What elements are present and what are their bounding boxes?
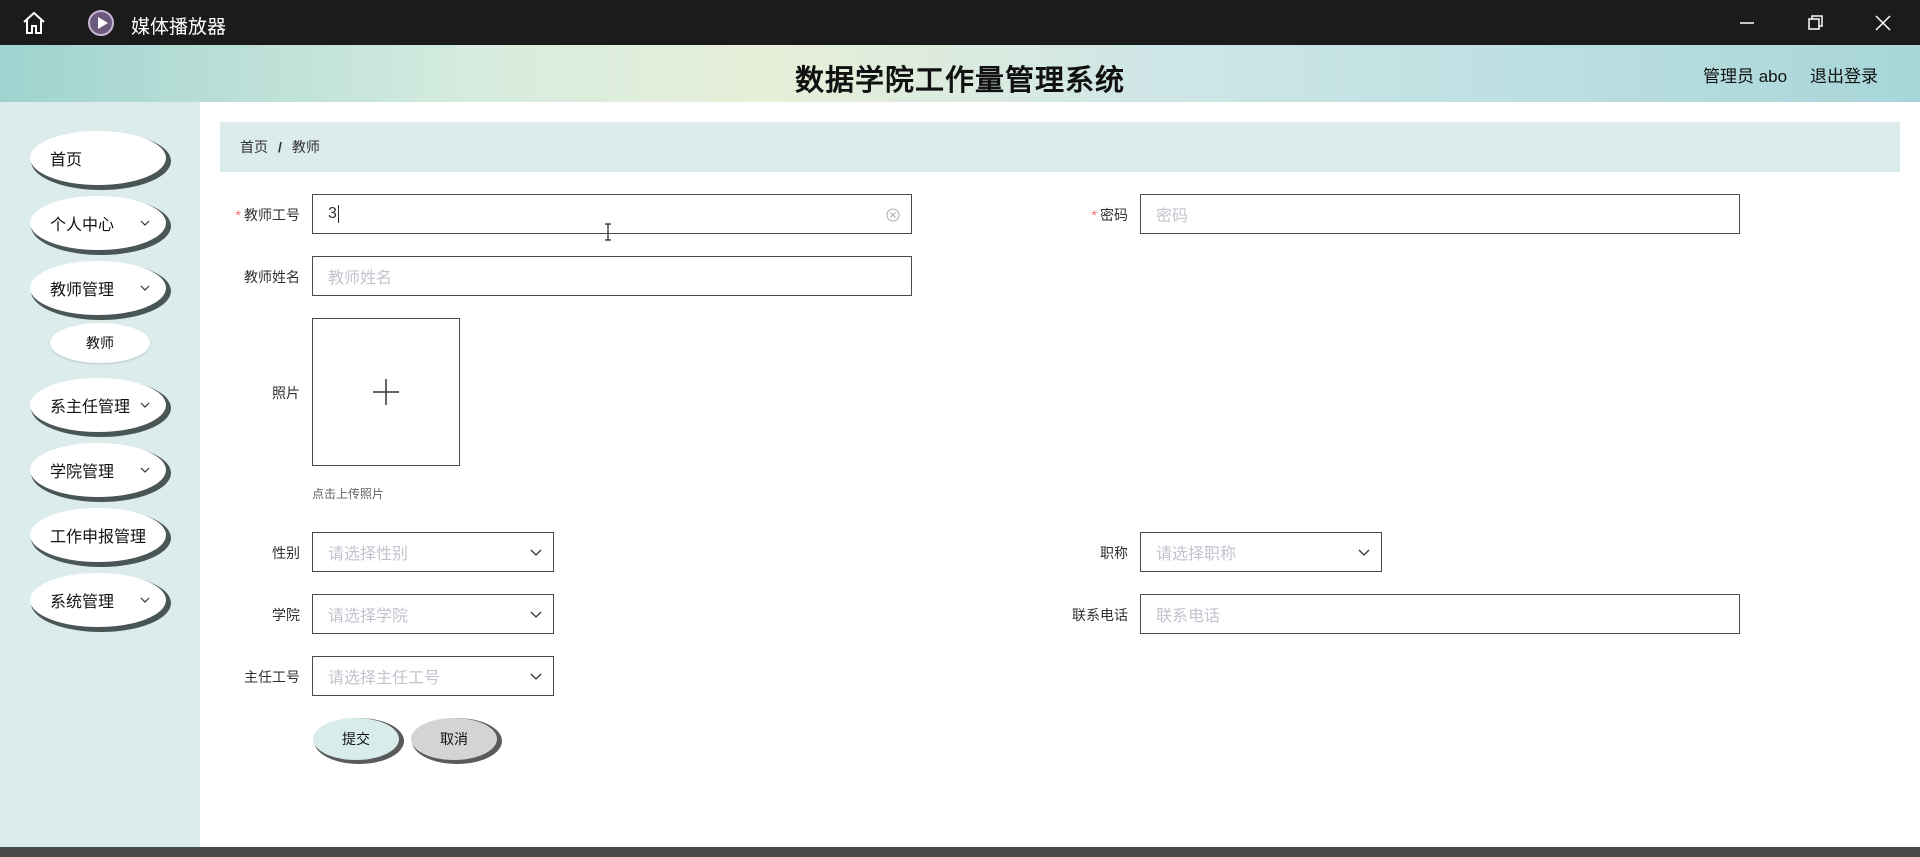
gender-placeholder: 请选择性别 <box>328 546 409 563</box>
sidebar: 首页 个人中心 教师管理 教师 系主任管理 学院管理 工作申报管理 系统管理 <box>0 102 200 847</box>
sidebar-subitem-label: 教师 <box>86 335 114 351</box>
chevron-down-icon <box>140 402 150 408</box>
restore-icon[interactable] <box>1800 8 1830 38</box>
phone-input[interactable]: 联系电话 <box>1140 594 1740 634</box>
plus-icon <box>373 379 399 405</box>
job-title-placeholder: 请选择职称 <box>1156 546 1237 563</box>
sidebar-item-system-management[interactable]: 系统管理 <box>30 573 166 627</box>
sidebar-item-label: 系主任管理 <box>50 399 131 416</box>
teacher-id-value: 3 <box>328 205 337 222</box>
breadcrumb-current: 教师 <box>291 139 320 155</box>
college-placeholder: 请选择学院 <box>328 608 409 625</box>
chevron-down-icon <box>140 285 150 291</box>
bottom-strip <box>0 847 1920 857</box>
upload-hint: 点击上传照片 <box>312 487 385 501</box>
submit-button[interactable]: 提交 <box>313 718 399 760</box>
window-title: 媒体播放器 <box>131 17 227 38</box>
chevron-down-icon <box>530 549 542 556</box>
gender-select[interactable]: 请选择性别 <box>312 532 554 572</box>
teacher-name-input[interactable]: 教师姓名 <box>312 256 912 296</box>
college-select[interactable]: 请选择学院 <box>312 594 554 634</box>
current-user: 管理员 abo <box>1703 67 1788 86</box>
gender-label: 性别 <box>272 545 300 561</box>
app-header: 数据学院工作量管理系统 管理员 abo 退出登录 <box>0 45 1920 102</box>
sidebar-item-label: 工作申报管理 <box>50 529 147 546</box>
teacher-name-placeholder: 教师姓名 <box>328 270 393 287</box>
sidebar-item-personal-center[interactable]: 个人中心 <box>30 196 166 250</box>
breadcrumb-separator: / <box>278 139 282 155</box>
job-title-label: 职称 <box>1100 545 1128 561</box>
director-id-label: 主任工号 <box>244 669 300 685</box>
sidebar-item-label: 教师管理 <box>50 282 115 299</box>
chevron-down-icon <box>1358 549 1370 556</box>
photo-uploader[interactable] <box>312 318 460 466</box>
media-player-icon <box>88 10 114 36</box>
chevron-down-icon <box>140 467 150 473</box>
breadcrumb: 首页 / 教师 <box>220 122 1900 172</box>
minimize-icon[interactable] <box>1732 8 1762 38</box>
sidebar-item-label: 首页 <box>50 152 83 169</box>
clear-icon[interactable] <box>885 207 901 223</box>
sidebar-item-work-report-management[interactable]: 工作申报管理 <box>30 508 166 562</box>
teacher-id-label-text: 教师工号 <box>244 207 300 223</box>
mouse-ibeam-cursor-icon <box>605 223 611 241</box>
password-label: * 密码 <box>1028 205 1128 225</box>
sidebar-item-director-management[interactable]: 系主任管理 <box>30 378 166 432</box>
college-label: 学院 <box>272 607 300 623</box>
system-title: 数据学院工作量管理系统 <box>794 65 1125 97</box>
chevron-down-icon <box>140 220 150 226</box>
teacher-name-label: 教师姓名 <box>244 269 300 285</box>
sidebar-subitem-teacher[interactable]: 教师 <box>50 323 150 363</box>
chevron-down-icon <box>530 611 542 618</box>
required-mark: * <box>1091 207 1097 223</box>
required-mark: * <box>235 207 241 223</box>
phone-label: 联系电话 <box>1072 607 1128 623</box>
sidebar-item-college-management[interactable]: 学院管理 <box>30 443 166 497</box>
sidebar-item-teacher-management[interactable]: 教师管理 <box>30 261 166 315</box>
chevron-down-icon <box>140 597 150 603</box>
password-input[interactable]: 密码 <box>1140 194 1740 234</box>
breadcrumb-home[interactable]: 首页 <box>240 137 268 157</box>
sidebar-item-label: 系统管理 <box>50 594 115 611</box>
window-titlebar: 媒体播放器 <box>0 0 1920 45</box>
cancel-button[interactable]: 取消 <box>411 718 497 760</box>
sidebar-item-label: 学院管理 <box>50 464 115 481</box>
director-id-placeholder: 请选择主任工号 <box>328 670 441 687</box>
phone-placeholder: 联系电话 <box>1156 608 1221 625</box>
sidebar-item-home[interactable]: 首页 <box>30 131 166 185</box>
home-icon[interactable] <box>20 9 48 37</box>
password-label-text: 密码 <box>1100 207 1128 223</box>
sidebar-item-label: 个人中心 <box>50 217 115 234</box>
director-id-select[interactable]: 请选择主任工号 <box>312 656 554 696</box>
close-icon[interactable] <box>1868 8 1898 38</box>
photo-label: 照片 <box>272 385 300 401</box>
chevron-down-icon <box>530 673 542 680</box>
text-caret <box>337 205 339 223</box>
logout-link[interactable]: 退出登录 <box>1810 62 1878 87</box>
teacher-id-label: * 教师工号 <box>200 205 300 225</box>
password-placeholder: 密码 <box>1156 208 1189 225</box>
job-title-select[interactable]: 请选择职称 <box>1140 532 1382 572</box>
